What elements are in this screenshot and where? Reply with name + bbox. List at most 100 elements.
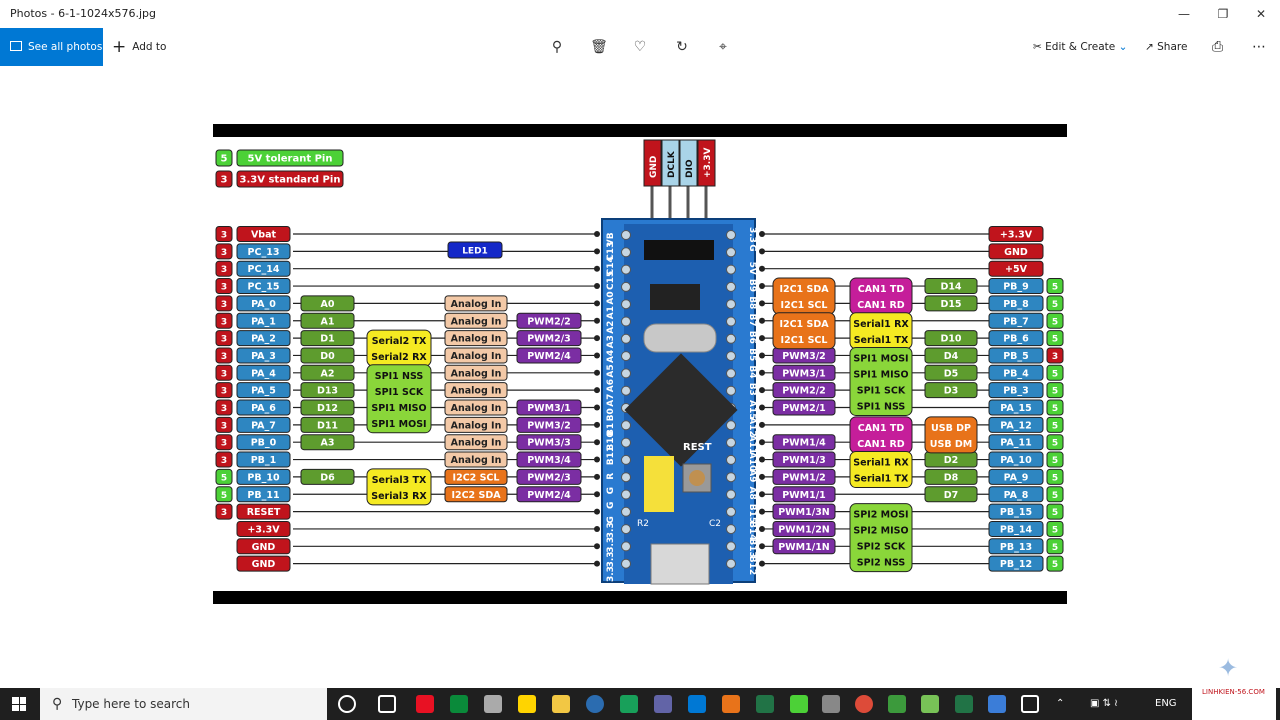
right-pwm-label: PWM1/2N [772,520,836,537]
left-spi1-stack: SPI1 NSS SPI1 SCK SPI1 MISO SPI1 MOSI [366,364,432,434]
svg-text:Serial3 RX: Serial3 RX [371,491,427,502]
plus-icon: + [112,37,127,57]
left-pin-dot [594,335,600,342]
start-button[interactable] [12,697,26,711]
more-options-button[interactable]: ⋯ [1252,28,1266,66]
app-icon-2[interactable] [450,695,468,713]
calculator-icon[interactable] [822,695,840,713]
close-button[interactable]: ✕ [1243,2,1279,26]
svg-text:PB_4: PB_4 [1003,368,1029,379]
minimize-button[interactable]: — [1166,2,1202,26]
right-voltage-badge: 5 [1046,434,1064,451]
right-pad [726,506,736,517]
left-pad [621,524,631,535]
board-left-label: G [606,516,616,523]
svg-text:SPI1 NSS: SPI1 NSS [375,371,424,382]
search-placeholder: Type here to search [72,697,190,711]
left-analog-label: Analog In [444,382,508,399]
teams-icon[interactable] [654,695,672,713]
left-pin-label: GND [236,538,291,555]
zoom-icon[interactable]: ⚲ [546,37,568,57]
svg-text:3: 3 [221,317,227,327]
app-icon-4[interactable] [586,695,604,713]
right-pin-label: PA_15 [988,399,1044,416]
svg-text:PA_3: PA_3 [251,351,276,362]
app-icon-6[interactable] [722,695,740,713]
left-pwm-label: PWM3/2 [516,416,582,433]
svg-text:3: 3 [221,387,227,397]
see-all-photos-button[interactable]: See all photos [0,28,103,67]
left-arduino-label: D6 [300,468,355,485]
cortana-icon[interactable] [338,695,356,713]
left-pin-label: PA_0 [236,295,291,312]
app-icon-1[interactable] [416,695,434,713]
tray-icons[interactable]: ▣ ⇅ ≀ [1090,688,1118,720]
restore-button[interactable]: ❐ [1205,2,1241,26]
svg-text:Analog In: Analog In [451,386,502,397]
svg-text:PB_1: PB_1 [251,455,277,466]
svg-text:5: 5 [1052,283,1058,293]
rotate-icon[interactable]: ↻ [671,37,693,57]
delete-icon[interactable]: 🗑 [588,37,610,57]
svg-text:SPI2 SCK: SPI2 SCK [857,542,906,553]
right-pwm-label: PWM1/1N [772,538,836,555]
task-view-icon[interactable] [378,695,396,713]
svg-text:D11: D11 [317,420,338,431]
svg-text:5: 5 [1052,543,1058,553]
print-icon[interactable]: ⎙ [1212,28,1223,66]
svg-text:PC_13: PC_13 [248,247,280,258]
app-icon-5[interactable] [620,695,638,713]
board-right-label: B6 [747,331,757,344]
board-right-label: G [747,244,757,251]
app-icon-10[interactable] [955,695,973,713]
share-icon: ↗ [1145,41,1158,53]
sticky-notes-icon[interactable] [518,695,536,713]
left-arduino-label: D1 [300,330,355,347]
language-indicator[interactable]: ENG [1155,688,1177,720]
svg-text:PA_9: PA_9 [1004,472,1029,483]
left-voltage-badge: 3 [215,330,233,347]
right-pin-dot [759,265,765,272]
file-explorer-icon[interactable] [552,695,570,713]
photos-taskbar-icon[interactable] [988,695,1006,713]
svg-text:Serial2 RX: Serial2 RX [371,352,427,363]
left-analog-label: Analog In [444,399,508,416]
svg-text:Analog In: Analog In [451,316,502,327]
left-pin-label: PA_6 [236,399,291,416]
svg-text:SPI1 NSS: SPI1 NSS [857,401,906,412]
app-icon-7[interactable] [790,695,808,713]
left-pin-dot [594,473,600,480]
favorite-icon[interactable]: ♡ [629,37,651,57]
right-arduino-label: D14 [924,278,978,295]
svg-text:PWM3/1: PWM3/1 [782,368,826,379]
svg-text:D2: D2 [944,455,959,466]
app-icon-8[interactable] [888,695,906,713]
chrome-icon[interactable] [855,695,873,713]
app-icon-11[interactable] [1021,695,1039,713]
right-pad [726,558,736,569]
add-to-button[interactable]: + Add to [112,28,166,66]
left-pad [621,247,631,258]
taskbar-search[interactable]: ⚲ Type here to search [40,688,327,720]
board-left-label: VB [606,232,616,246]
left-voltage-badge: 5 [215,468,233,485]
share-button[interactable]: ↗ Share [1145,28,1187,66]
svg-text:PB_14: PB_14 [1000,524,1033,535]
edit-create-button[interactable]: ✂ Edit & Create ⌄ [1033,28,1127,66]
board-left-label: A1 [606,306,616,319]
svg-text:PA_10: PA_10 [1000,455,1032,466]
outlook-icon[interactable] [688,695,706,713]
crop-icon[interactable]: ⌖ [712,37,734,57]
svg-text:5: 5 [221,473,227,483]
toolbar: See all photos + Add to ⚲ 🗑 ♡ ↻ ⌖ ✂ Edit … [0,28,1280,67]
left-analog-label: Analog In [444,451,508,468]
svg-text:PB_8: PB_8 [1003,299,1029,310]
tray-chevron-icon[interactable]: ⌃ [1056,688,1064,720]
svg-text:+3.3V: +3.3V [1000,230,1033,241]
right-pwm-label: PWM2/2 [772,382,836,399]
app-icon-3[interactable] [484,695,502,713]
svg-text:RESET: RESET [247,507,281,518]
app-icon-9[interactable] [921,695,939,713]
right-pin-label: +5V [988,260,1044,277]
excel-icon[interactable] [756,695,774,713]
